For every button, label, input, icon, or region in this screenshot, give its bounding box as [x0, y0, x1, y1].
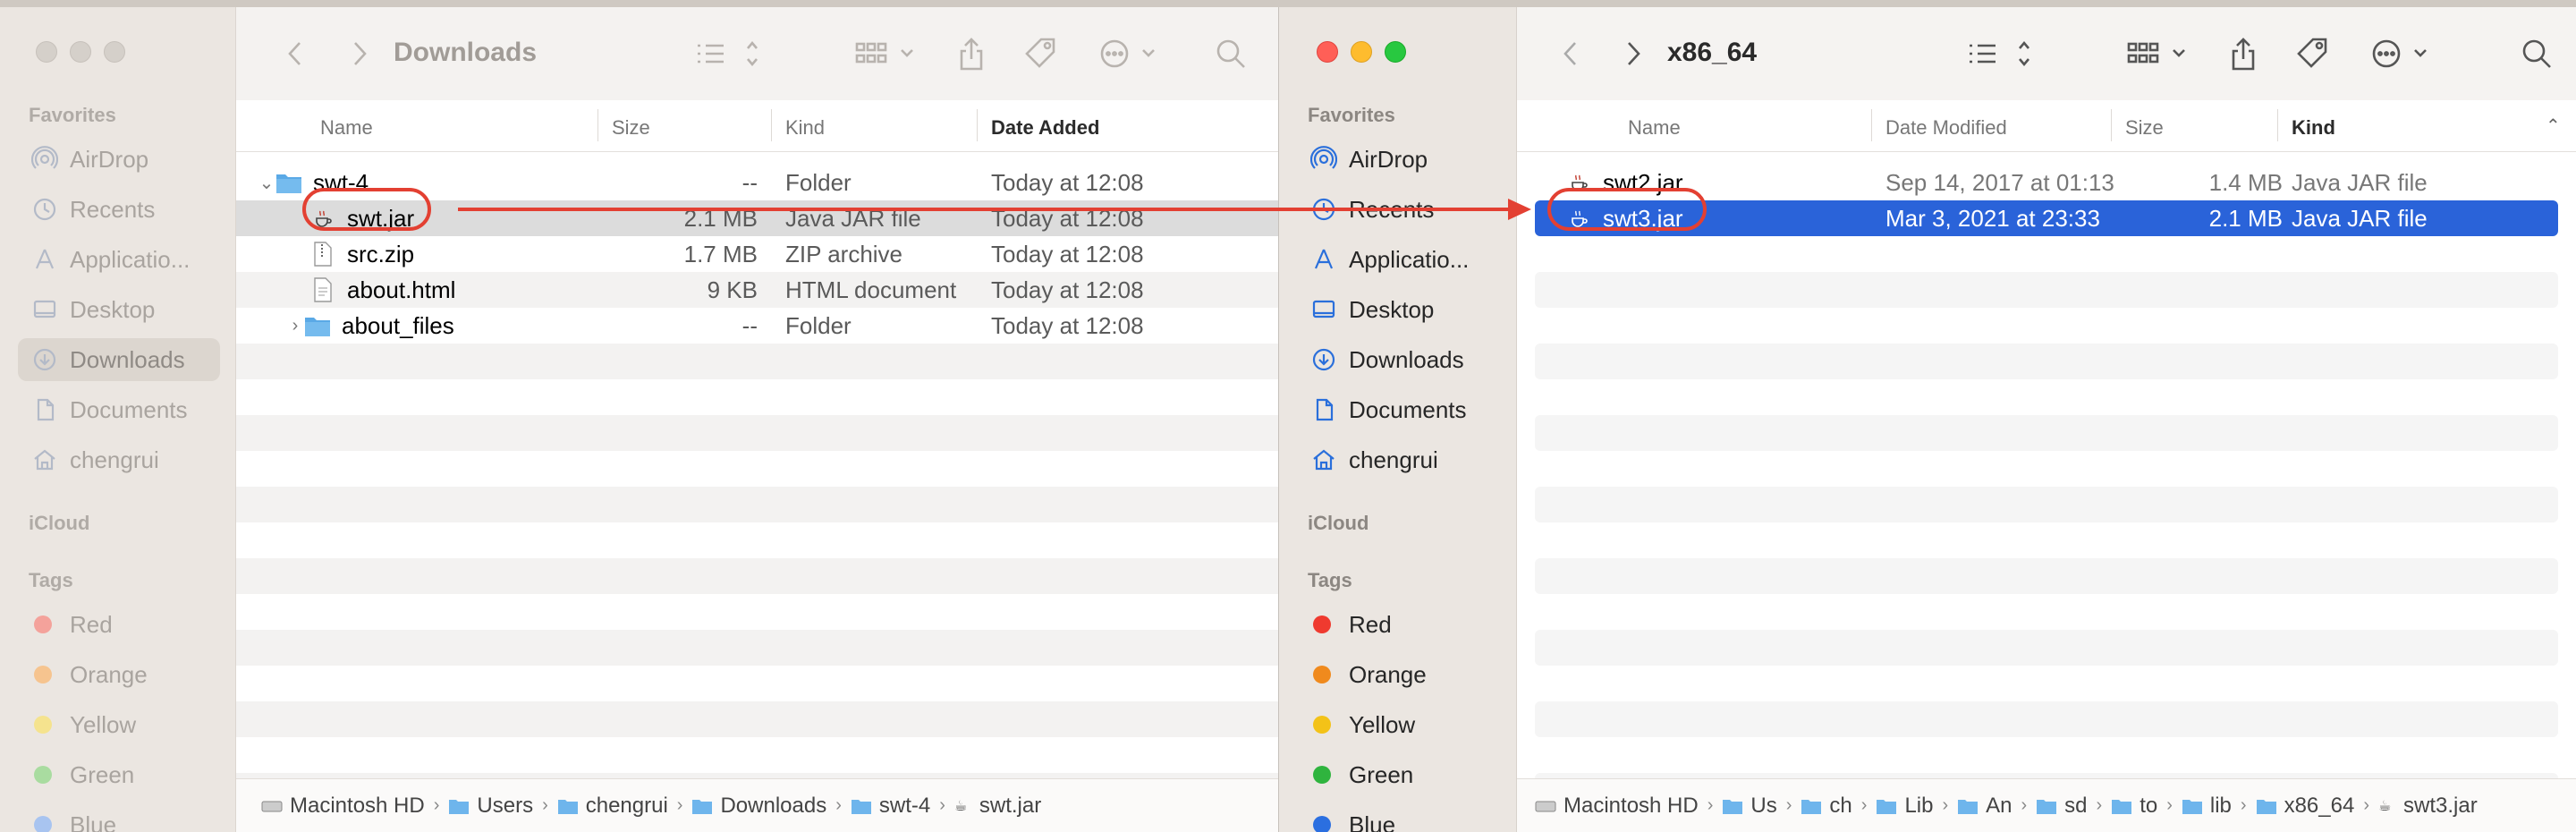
drag-arrow [458, 199, 1531, 220]
